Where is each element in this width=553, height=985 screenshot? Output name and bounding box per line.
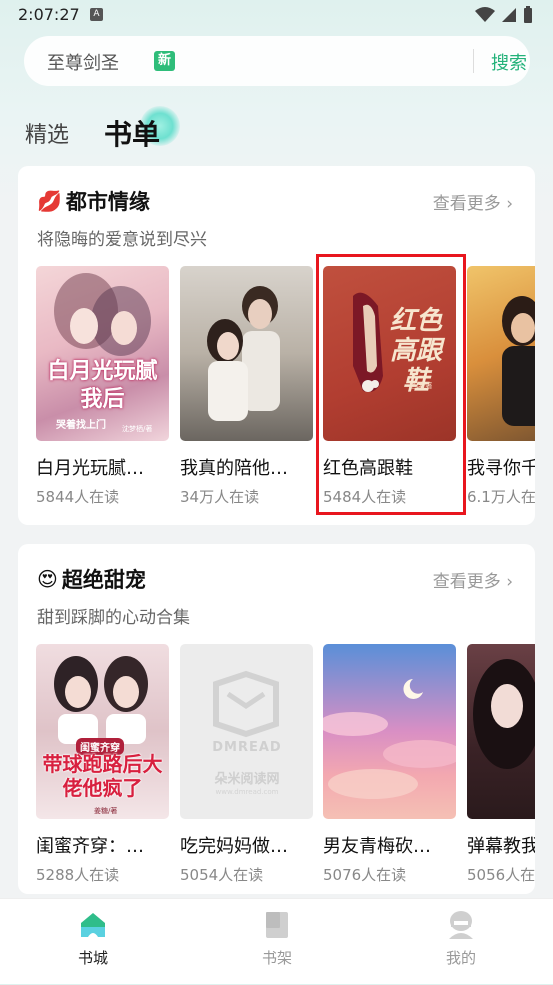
book-title: 白月光玩腻… — [36, 458, 144, 479]
book-cover[interactable] — [323, 644, 456, 819]
selection-highlight-box — [316, 254, 466, 515]
book-title: 闺蜜齐穿：… — [36, 836, 144, 857]
book-item[interactable]: 白月光玩腻我后 哭着找上门 沈梦栖/著 白月光玩腻… 5844人在读 — [36, 266, 169, 506]
book-item[interactable]: DMREAD 朵米阅读网 www.dmread.com 吃完妈妈做… 5054人… — [180, 644, 313, 884]
book-cover[interactable] — [467, 644, 535, 819]
new-badge: 新 — [154, 51, 175, 71]
book-item[interactable]: 我真的陪他… 34万人在读 — [180, 266, 313, 506]
bookshelf-icon — [266, 912, 288, 938]
nav-mine[interactable]: 我的 — [411, 899, 511, 985]
search-divider — [473, 49, 474, 73]
book-readers: 5844人在读 — [36, 488, 120, 506]
cover-site-name: 朵米阅读网 — [214, 772, 280, 787]
view-more-link[interactable]: 查看更多 › — [433, 189, 513, 214]
profile-icon — [449, 911, 473, 939]
signal-icon — [502, 8, 516, 22]
cover-author: 姜糖/著 — [94, 807, 118, 815]
nav-label: 我的 — [445, 949, 476, 967]
cover-art — [207, 286, 280, 421]
book-title: 我真的陪他… — [180, 458, 288, 479]
cover-logo: DMREAD — [212, 740, 282, 755]
bottom-navigation: 书城 书架 我的 — [0, 898, 553, 984]
section-title-text: 都市情缘 — [65, 190, 150, 214]
cover-title: 白月光玩腻我后 — [47, 359, 158, 412]
section-title: 💋 都市情缘 — [37, 186, 150, 216]
book-readers: 6.1万人在读 — [467, 488, 535, 506]
search-button[interactable]: 搜索 — [491, 49, 527, 75]
book-item[interactable]: 弹幕教我… 5056人在读 — [467, 644, 535, 884]
section-subtitle: 将隐晦的爱意说到尽兴 — [37, 230, 207, 250]
search-input[interactable]: 至尊剑圣 — [47, 49, 119, 75]
cover-art — [323, 679, 456, 799]
nav-label: 书架 — [261, 949, 292, 967]
book-title: 男友青梅砍… — [323, 836, 431, 857]
cover-art — [54, 273, 151, 356]
book-cover[interactable]: 闺蜜齐穿 带球跑路后大佬他疯了 姜糖/著 — [36, 644, 169, 819]
cover-art — [473, 659, 535, 769]
status-time: 2:07:27 — [18, 5, 80, 24]
status-icons — [475, 6, 533, 24]
lips-icon: 💋 — [37, 189, 62, 213]
cover-author: 沈梦栖/著 — [122, 425, 153, 433]
book-readers: 34万人在读 — [180, 488, 260, 506]
battery-icon — [524, 6, 532, 23]
cover-art — [502, 296, 535, 426]
tab-featured[interactable]: 精选 — [25, 117, 69, 149]
book-title: 我寻你千… — [467, 458, 535, 479]
book-readers: 5288人在读 — [36, 866, 120, 884]
view-more-link[interactable]: 查看更多 › — [433, 567, 513, 592]
section-subtitle: 甜到踩脚的心动合集 — [37, 608, 190, 628]
book-cover[interactable] — [467, 266, 535, 441]
book-item[interactable]: 我寻你千… 6.1万人在读 — [467, 266, 535, 506]
status-bar: 2:07:27 A — [0, 0, 553, 32]
section-super-sweet: 😍 超绝甜宠 查看更多 › 甜到踩脚的心动合集 闺蜜齐穿 带球跑路后大佬他疯了 … — [18, 544, 535, 894]
book-row: 闺蜜齐穿 带球跑路后大佬他疯了 姜糖/著 闺蜜齐穿：… 5288人在读 DMRE… — [36, 644, 535, 894]
book-readers: 5056人在读 — [467, 866, 535, 884]
book-readers: 5054人在读 — [180, 866, 264, 884]
nav-bookshelf[interactable]: 书架 — [227, 899, 327, 985]
wifi-icon — [475, 7, 495, 22]
search-bar[interactable]: 至尊剑圣 新 搜索 — [24, 36, 530, 86]
cover-tagline: 哭着找上门 — [56, 420, 106, 431]
cover-url: www.dmread.com — [215, 788, 279, 796]
book-item[interactable]: 闺蜜齐穿 带球跑路后大佬他疯了 姜糖/著 闺蜜齐穿：… 5288人在读 — [36, 644, 169, 884]
section-title: 😍 超绝甜宠 — [37, 564, 146, 594]
book-cover[interactable]: 白月光玩腻我后 哭着找上门 沈梦栖/著 — [36, 266, 169, 441]
book-title: 吃完妈妈做… — [180, 836, 288, 857]
cover-title: 带球跑路后大佬他疯了 — [42, 752, 163, 800]
tab-booklist[interactable]: 书单 — [104, 113, 160, 153]
nav-bookstore[interactable]: 书城 — [43, 899, 143, 985]
book-readers: 5076人在读 — [323, 866, 407, 884]
book-title: 弹幕教我… — [467, 836, 535, 857]
section-title-text: 超绝甜宠 — [61, 568, 146, 592]
nav-label: 书城 — [77, 949, 108, 967]
book-cover[interactable] — [180, 266, 313, 441]
bookstore-icon — [81, 913, 105, 937]
heart-eyes-icon: 😍 — [37, 567, 58, 591]
book-cover[interactable]: DMREAD 朵米阅读网 www.dmread.com — [180, 644, 313, 819]
notification-a-icon: A — [90, 8, 103, 21]
book-item[interactable]: 男友青梅砍… 5076人在读 — [323, 644, 456, 884]
